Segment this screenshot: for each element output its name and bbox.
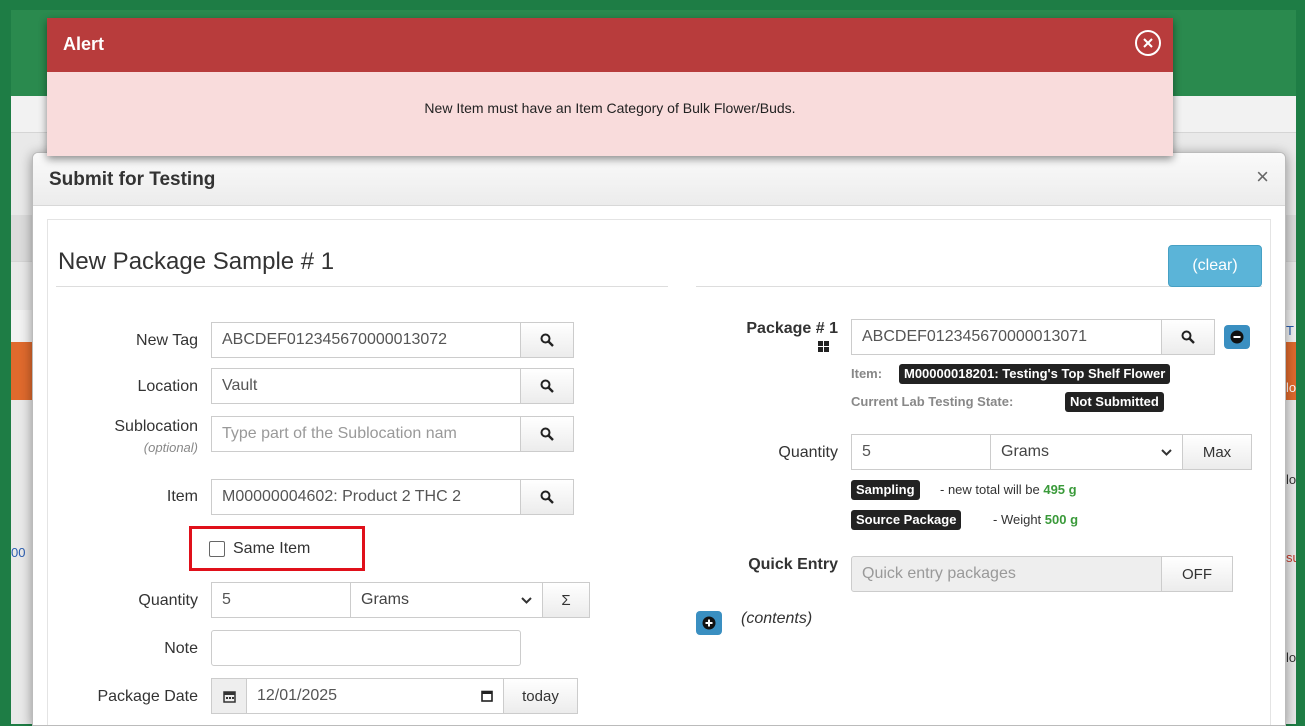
quick-entry-label: Quick Entry bbox=[748, 556, 838, 573]
package-unit-value: Grams bbox=[1001, 443, 1049, 460]
background-edge-label: sul bbox=[1286, 550, 1296, 565]
search-icon bbox=[540, 490, 554, 504]
package-unit-select[interactable]: Grams bbox=[990, 434, 1183, 470]
same-item-checkbox-row[interactable]: Same Item bbox=[209, 540, 310, 558]
same-item-label: Same Item bbox=[233, 540, 311, 557]
source-package-badge: Source Package bbox=[851, 510, 962, 530]
note-input[interactable] bbox=[211, 630, 521, 666]
modal-title: Submit for Testing bbox=[49, 169, 216, 190]
close-icon bbox=[1143, 38, 1153, 48]
today-button[interactable]: today bbox=[503, 678, 578, 714]
alert-message: New Item must have an Item Category of B… bbox=[424, 100, 796, 116]
minus-circle-icon bbox=[1230, 330, 1244, 344]
calendar-icon bbox=[222, 690, 236, 703]
new-tag-input[interactable]: ABCDEF012345670000013072 bbox=[211, 322, 521, 358]
quantity-label: Quantity bbox=[138, 592, 198, 609]
source-text: - Weight bbox=[993, 512, 1042, 527]
plus-circle-icon bbox=[702, 616, 716, 630]
alert-close-button[interactable] bbox=[1135, 30, 1161, 56]
alert-body: New Item must have an Item Category of B… bbox=[47, 72, 1173, 156]
search-icon bbox=[540, 427, 554, 441]
package-date-value: 12/01/2025 bbox=[257, 687, 338, 704]
item-input[interactable]: M00000004602: Product 2 THC 2 bbox=[211, 479, 521, 515]
item-label: Item bbox=[166, 488, 198, 505]
alert-banner: Alert New Item must have an Item Categor… bbox=[47, 18, 1173, 156]
package-label: Package # 1 bbox=[746, 320, 838, 337]
background-link[interactable]: 00 bbox=[11, 545, 25, 560]
sample-title: New Package Sample # 1 bbox=[58, 248, 335, 275]
package-quantity-label: Quantity bbox=[778, 444, 838, 461]
search-icon bbox=[540, 333, 554, 347]
package-input[interactable]: ABCDEF012345670000013071 bbox=[851, 319, 1162, 355]
location-label: Location bbox=[137, 378, 199, 395]
location-input[interactable]: Vault bbox=[211, 368, 521, 404]
divider bbox=[56, 286, 668, 287]
background-edge-label: lo bbox=[1286, 380, 1296, 395]
lab-state-badge: Not Submitted bbox=[1065, 392, 1164, 412]
alert-title: Alert bbox=[63, 34, 105, 54]
package-quantity-input[interactable]: 5 bbox=[851, 434, 991, 470]
item-prefix: Item: bbox=[851, 366, 883, 381]
contents-label: (contents) bbox=[741, 610, 813, 627]
grid-icon[interactable] bbox=[818, 341, 829, 352]
new-tag-label: New Tag bbox=[136, 332, 198, 349]
date-picker-icon[interactable] bbox=[481, 690, 493, 702]
background-edge-label: lo bbox=[1286, 650, 1296, 665]
note-label: Note bbox=[164, 640, 198, 657]
search-icon bbox=[540, 379, 554, 393]
quick-entry-toggle[interactable]: OFF bbox=[1161, 556, 1233, 592]
sampling-badge: Sampling bbox=[851, 480, 920, 500]
source-weight: 500 g bbox=[1044, 512, 1079, 527]
max-button[interactable]: Max bbox=[1182, 434, 1252, 470]
sampling-note: - new total will be 495 g bbox=[940, 482, 1077, 497]
modal-header: Submit for Testing × bbox=[33, 153, 1285, 206]
chevron-down-icon bbox=[1161, 448, 1172, 456]
sample-panel: New Package Sample # 1 (clear) New Tag A… bbox=[47, 219, 1271, 725]
unit-select-value: Grams bbox=[361, 591, 409, 608]
same-item-checkbox[interactable] bbox=[209, 541, 225, 557]
alert-header: Alert bbox=[47, 18, 1173, 72]
background-edge-label: lo bbox=[1286, 472, 1296, 487]
item-search-button[interactable] bbox=[520, 479, 574, 515]
sublocation-label: Sublocation bbox=[114, 418, 198, 435]
search-icon bbox=[1181, 330, 1195, 344]
unit-select[interactable]: Grams bbox=[350, 582, 543, 618]
location-search-button[interactable] bbox=[520, 368, 574, 404]
sublocation-input[interactable]: Type part of the Sublocation nam bbox=[211, 416, 521, 452]
package-date-input[interactable]: 12/01/2025 bbox=[246, 678, 504, 714]
add-contents-button[interactable] bbox=[696, 611, 722, 635]
background-edge-label: T bbox=[1286, 323, 1294, 338]
quantity-input[interactable]: 5 bbox=[211, 582, 351, 618]
chevron-down-icon bbox=[521, 596, 532, 604]
sampling-text: - new total will be bbox=[940, 482, 1040, 497]
lab-state-prefix: Current Lab Testing State: bbox=[851, 394, 1014, 409]
quick-entry-input[interactable]: Quick entry packages bbox=[851, 556, 1162, 592]
remove-package-button[interactable] bbox=[1224, 325, 1250, 349]
sublocation-search-button[interactable] bbox=[520, 416, 574, 452]
clear-button[interactable]: (clear) bbox=[1168, 245, 1262, 287]
sum-button[interactable]: Σ bbox=[542, 582, 590, 618]
calendar-addon bbox=[211, 678, 247, 714]
new-tag-search-button[interactable] bbox=[520, 322, 574, 358]
package-search-button[interactable] bbox=[1161, 319, 1215, 355]
sublocation-optional-hint: (optional) bbox=[143, 440, 198, 455]
package-item-badge: M00000018201: Testing's Top Shelf Flower bbox=[899, 364, 1171, 384]
source-note: - Weight 500 g bbox=[993, 512, 1078, 527]
modal-close-button[interactable]: × bbox=[1256, 164, 1269, 190]
submit-for-testing-modal: Submit for Testing × New Package Sample … bbox=[32, 152, 1286, 726]
package-date-label: Package Date bbox=[97, 688, 198, 705]
sampling-total: 495 g bbox=[1043, 482, 1077, 497]
